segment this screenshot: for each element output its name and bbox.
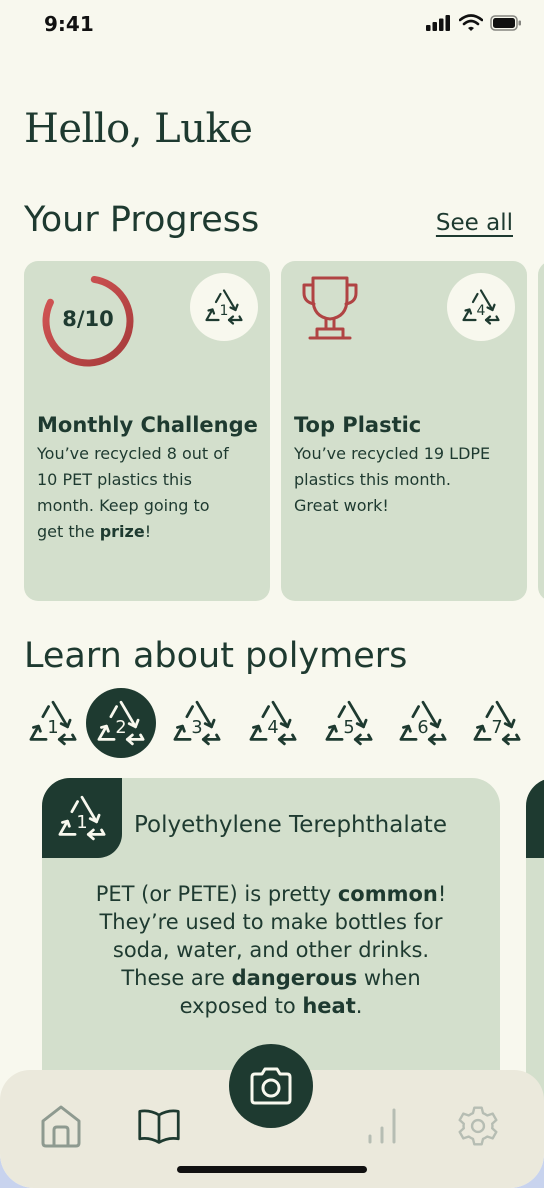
recycle-code-icon: 6 [399,700,447,746]
recycle-code-icon: 1 [58,795,106,841]
tab-bar [0,1044,544,1188]
camera-button[interactable] [229,1044,313,1128]
home-icon [41,1105,81,1148]
app-screen: 9:41 Hello, Luke Your Progress See all 8… [0,0,544,1188]
camera-icon [250,1067,292,1105]
gear-icon [458,1106,498,1146]
polymers-heading: Learn about polymers [24,636,408,676]
svg-text:1: 1 [76,813,87,833]
card-text: You’ve recycled 19 LDPE plastics this mo… [294,444,491,515]
battery-icon [490,14,521,31]
tab-stats[interactable] [360,1104,404,1148]
polymer-detail-card-peek[interactable] [526,778,544,1118]
polymer-selector: 1 2 3 4 5 6 7 [18,688,538,758]
svg-text:7: 7 [491,718,502,738]
recycle-code-icon: 7 [473,700,521,746]
chart-icon [368,1108,396,1144]
polymer-name: Polyethylene Terephthalate [134,812,447,838]
svg-text:4: 4 [267,718,278,738]
recycle-code-icon: 3 [173,700,221,746]
polymer-4-button[interactable]: 4 [238,688,308,758]
card-title: Monthly Challenge [37,413,258,437]
tab-home[interactable] [39,1104,83,1148]
polymer-3-button[interactable]: 3 [162,688,232,758]
svg-text:2: 2 [115,718,126,738]
progress-heading: Your Progress [24,200,260,240]
tab-settings[interactable] [456,1104,500,1148]
trophy-icon [302,276,358,340]
polymer-2-button[interactable]: 2 [86,688,156,758]
polymer-code-tag [526,778,544,858]
recycle-code-icon: 4 [462,289,500,325]
wifi-icon [459,14,483,31]
status-icons [426,14,522,31]
monthly-challenge-card[interactable]: 8/10 1 Monthly Challenge You’ve recycled… [24,261,270,601]
top-plastic-card[interactable]: 4 Top Plastic You’ve recycled 19 LDPE pl… [281,261,527,601]
polymer-7-button[interactable]: 7 [462,688,532,758]
svg-text:4: 4 [477,303,486,319]
svg-text:6: 6 [417,718,428,738]
polymer-1-button[interactable]: 1 [18,688,88,758]
see-all-link[interactable]: See all [436,210,513,236]
greeting-heading: Hello, Luke [24,106,253,152]
polymer-6-button[interactable]: 6 [388,688,458,758]
svg-text:1: 1 [220,303,229,319]
progress-card-peek[interactable] [538,261,544,601]
polymer-description: PET (or PETE) is pretty common! They’re … [95,882,447,1018]
recycle-code-icon: 2 [97,700,145,746]
badge-recycle-4: 4 [447,273,515,341]
book-icon [138,1109,180,1144]
recycle-code-icon: 1 [29,700,77,746]
card-text: You’ve recycled 8 out of 10 PET plastics… [37,444,229,541]
badge-recycle-1: 1 [190,273,258,341]
recycle-code-icon: 5 [325,700,373,746]
svg-text:3: 3 [191,718,202,738]
signal-icon [426,14,450,31]
home-indicator [177,1166,367,1173]
card-title: Top Plastic [294,413,422,437]
recycle-code-icon: 4 [249,700,297,746]
polymer-code-tag: 1 [42,778,122,858]
svg-text:1: 1 [47,718,58,738]
polymer-5-button[interactable]: 5 [314,688,384,758]
tab-learn[interactable] [137,1104,181,1148]
challenge-progress-label: 8/10 [62,307,114,331]
recycle-code-icon: 1 [205,289,243,325]
status-time: 9:41 [44,12,94,36]
svg-text:5: 5 [343,718,354,738]
